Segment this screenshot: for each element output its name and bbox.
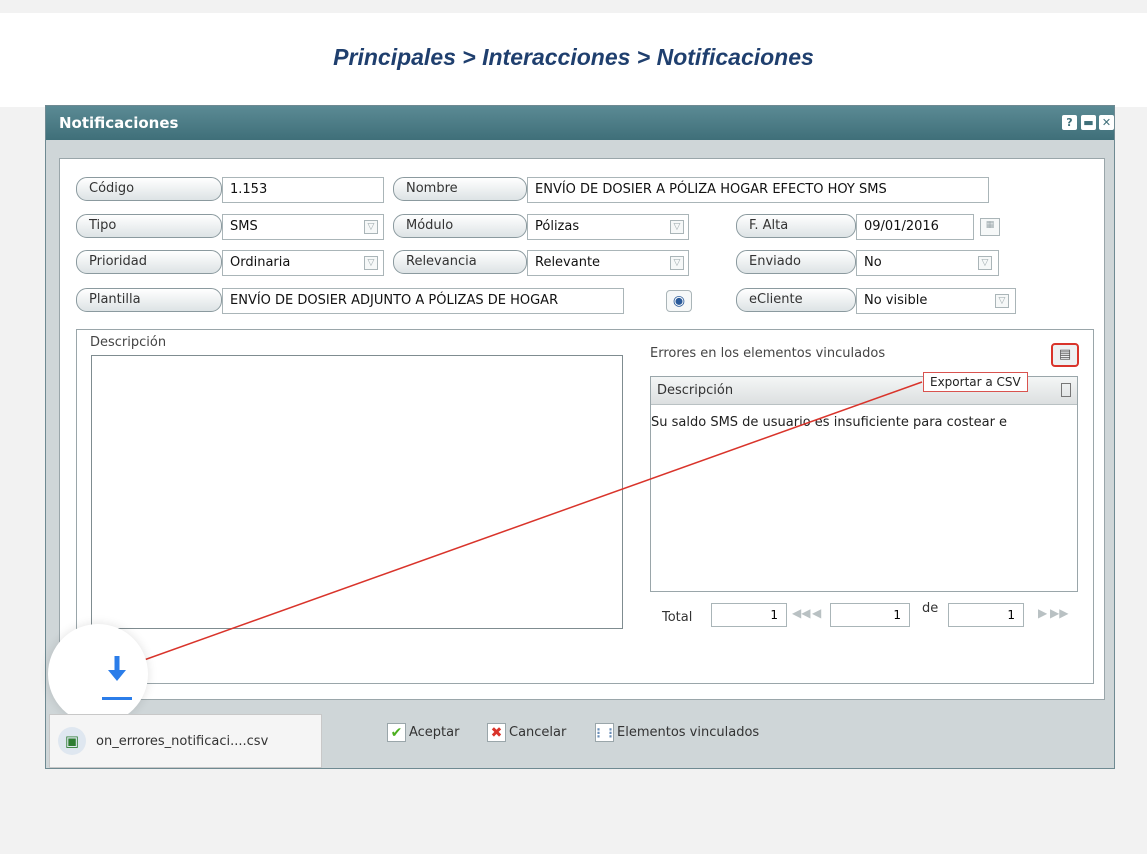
download-item[interactable]: ▣ on_errores_notificaci....csv	[49, 714, 322, 768]
download-icon	[102, 656, 132, 700]
download-filename: on_errores_notificaci....csv	[96, 733, 269, 749]
download-indicator[interactable]	[48, 624, 148, 724]
excel-file-icon: ▣	[58, 727, 86, 755]
